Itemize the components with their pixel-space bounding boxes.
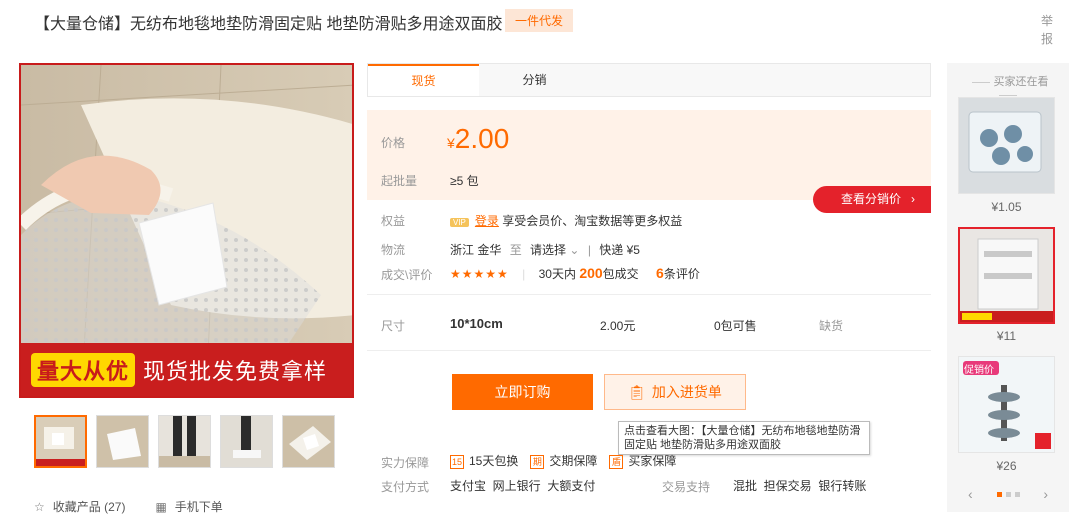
origin-location: 浙江 金华 — [450, 243, 502, 257]
trade-methods: 混批 担保交易 银行转账 — [733, 479, 867, 493]
order-now-button[interactable]: 立即订购 — [452, 374, 593, 410]
cart-button-label: 加入进货单 — [651, 384, 722, 400]
view-distribution-price-button[interactable]: 查看分销价 › — [813, 186, 931, 213]
size-label: 尺寸 — [381, 319, 406, 333]
mobile-order-label: 手机下单 — [174, 500, 223, 514]
reviews-suffix: 条评价 — [663, 267, 700, 281]
express-fee: 快递 ¥5 — [599, 243, 640, 257]
pager-dot[interactable] — [1014, 491, 1020, 497]
deals-count: 200 — [579, 265, 603, 281]
chevron-right-icon[interactable]: › — [1043, 486, 1048, 502]
related-item-3-price: ¥26 — [996, 459, 1017, 473]
chevron-left-icon[interactable]: ‹ — [968, 486, 973, 502]
thumbnail-strip — [34, 415, 335, 468]
payment-label: 支付方式 — [381, 480, 430, 494]
distribution-button-label: 查看分销价 — [841, 192, 902, 206]
banner-text: 现货批发免费拿样 — [143, 358, 328, 384]
product-title: 【大量仓储】无纺布地毯地垫防滑固定贴 地垫防滑贴多用途双面胶 — [34, 16, 503, 33]
star-outline-icon: ☆ — [34, 500, 45, 514]
pager-dot[interactable] — [1005, 491, 1011, 497]
favorite-label: 收藏产品 (27) — [52, 500, 126, 514]
tab-in-stock[interactable]: 现货 — [368, 64, 479, 96]
reviews-link[interactable]: 6条评价 — [656, 265, 700, 281]
add-to-cart-button[interactable]: 📋︎ 加入进货单 — [604, 374, 746, 410]
exchange-icon: 15 — [450, 455, 464, 469]
rating-stars: ★★★★★ — [450, 267, 509, 281]
dropship-badge[interactable]: 一件代发 — [505, 9, 574, 32]
logistics-info: 浙江 金华 至 请选择 ⌄ | 快递 ¥5 — [450, 241, 640, 258]
guarantee-item[interactable]: 盾买家保障 — [609, 452, 676, 469]
currency-symbol: ¥ — [447, 135, 455, 151]
payment-methods: 支付宝 网上银行 大额支付 — [450, 479, 596, 493]
logistics-label: 物流 — [381, 243, 406, 257]
thumbnail-4[interactable] — [220, 415, 273, 468]
price-number: 2.00 — [454, 123, 510, 154]
sku-size: 10*10cm — [450, 316, 503, 331]
chevron-right-icon: › — [911, 192, 916, 206]
purchase-tabs: 现货 分销 — [367, 63, 931, 97]
guarantee-item[interactable]: 15 15天包换 — [450, 452, 518, 469]
moq-label: 起批量 — [381, 174, 418, 188]
deals-suffix: 包成交 — [602, 267, 639, 281]
pager-dots — [996, 491, 1020, 497]
guarantee-list: 15 15天包换 期交期保障 盾买家保障 — [450, 452, 676, 469]
destination-select[interactable]: 请选择 ⌄ — [530, 243, 579, 257]
divider: | — [522, 267, 526, 281]
qrcode-icon: ▦ — [155, 500, 167, 514]
report-link[interactable]: 举报 — [1040, 12, 1054, 48]
vip-icon: VIP — [450, 218, 469, 227]
promo-banner: 量大从优 现货批发免费拿样 — [21, 343, 352, 396]
delivery-date-icon: 期 — [530, 455, 545, 469]
rights-label: 权益 — [381, 214, 406, 228]
thumbnail-5[interactable] — [282, 415, 335, 468]
guarantee-item[interactable]: 期交期保障 — [530, 452, 597, 469]
guarantee-text: 15天包换 — [469, 454, 519, 468]
price-label: 价格 — [381, 136, 406, 150]
thumbnail-3[interactable] — [158, 415, 211, 468]
guarantee-label: 实力保障 — [381, 456, 430, 470]
evaluation-label: 成交\评价 — [381, 268, 433, 282]
moq-value: ≥5 包 — [450, 174, 479, 188]
promo-price-tag: 促销价 — [964, 365, 994, 376]
mobile-order-link[interactable]: ▦ 手机下单 — [155, 498, 222, 515]
pager-dot[interactable] — [996, 491, 1002, 497]
clipboard-icon: 📋︎ — [628, 384, 646, 400]
related-item-1-price: ¥1.05 — [991, 200, 1022, 214]
related-item-2-price: ¥11 — [996, 329, 1017, 343]
guarantee-text: 交期保障 — [549, 454, 598, 468]
related-item-1-image[interactable] — [958, 97, 1055, 194]
deals-prefix: 30天内 — [538, 267, 576, 281]
trade-label: 交易支持 — [662, 480, 711, 494]
bottom-actions: ☆ 收藏产品 (27) ▦ 手机下单 — [34, 498, 223, 515]
shield-icon: 盾 — [609, 455, 624, 469]
main-product-image[interactable]: 量大从优 现货批发免费拿样 — [19, 63, 354, 398]
to-label: 至 — [509, 243, 522, 257]
evaluation-info: ★★★★★ | 30天内 200包成交 6条评价 — [450, 265, 700, 282]
thumbnail-1[interactable] — [34, 415, 87, 468]
related-item-2-image[interactable] — [958, 227, 1055, 324]
destination-label: 请选择 — [530, 243, 567, 257]
rights-info: VIP 登录 享受会员价、淘宝数据等更多权益 — [450, 212, 682, 229]
favorite-link[interactable]: ☆ 收藏产品 (27) — [34, 498, 125, 515]
thumbnail-2[interactable] — [96, 415, 149, 468]
banner-logo: 量大从优 — [31, 352, 136, 387]
chevron-down-icon: ⌄ — [569, 243, 580, 257]
divider — [367, 294, 931, 295]
sku-status: 缺货 — [819, 319, 844, 333]
divider: | — [587, 243, 591, 257]
image-tooltip: 点击查看大图：【大量仓储】无纺布地毯地垫防滑固定贴 地垫防滑贴多用途双面胶 — [618, 421, 870, 455]
tab-distribution[interactable]: 分销 — [479, 64, 590, 96]
login-link[interactable]: 登录 — [475, 214, 499, 228]
sku-price: 2.00元 — [600, 319, 636, 333]
related-item-3-image[interactable]: 促销价 — [958, 356, 1055, 453]
reviews-count: 6 — [656, 265, 664, 281]
sku-stock: 0包可售 — [714, 319, 757, 333]
guarantee-text: 买家保障 — [628, 454, 677, 468]
sidebar-pager: ‹ › — [968, 486, 1048, 502]
price-value: ¥2.00 — [447, 123, 509, 155]
rights-text: 享受会员价、淘宝数据等更多权益 — [502, 214, 683, 228]
divider — [367, 350, 931, 351]
